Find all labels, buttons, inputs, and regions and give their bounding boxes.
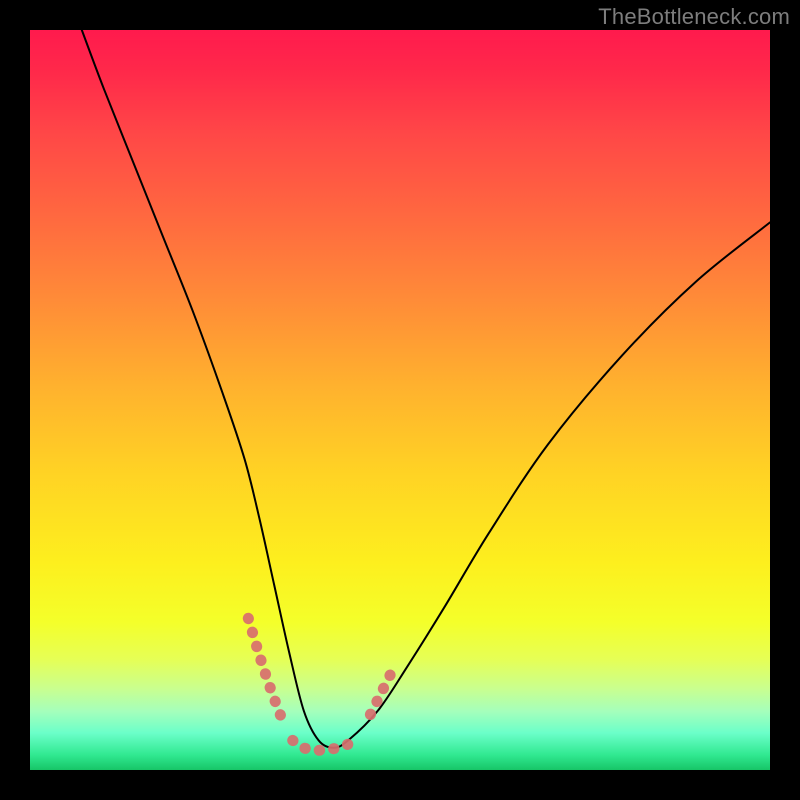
- curve-svg: [30, 30, 770, 770]
- plot-area: [30, 30, 770, 770]
- highlight-group: [248, 618, 392, 750]
- curve-group: [82, 30, 770, 748]
- highlight-segment-0: [248, 618, 281, 718]
- watermark-label: TheBottleneck.com: [598, 4, 790, 30]
- chart-frame: TheBottleneck.com: [0, 0, 800, 800]
- bottleneck-curve: [82, 30, 770, 748]
- highlight-segment-2: [370, 670, 392, 714]
